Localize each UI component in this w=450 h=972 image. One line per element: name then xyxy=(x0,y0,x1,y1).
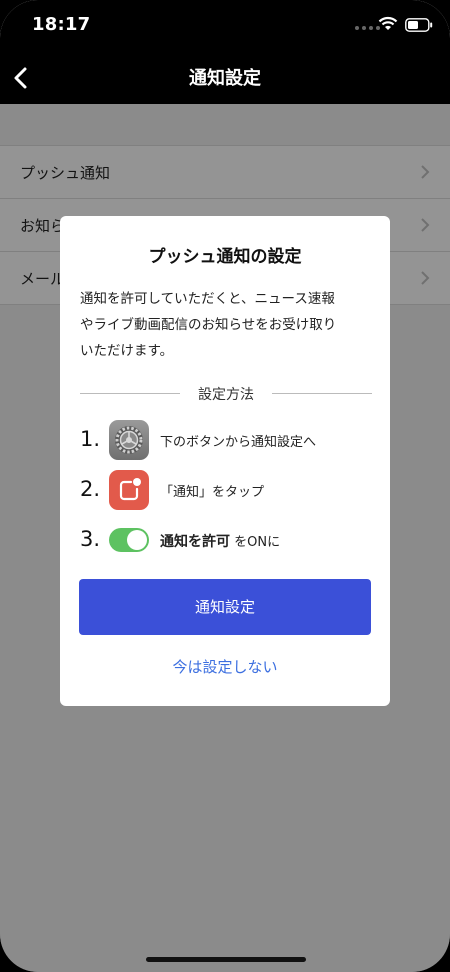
toggle-on-icon xyxy=(109,528,149,552)
battery-icon xyxy=(405,18,433,32)
step-bold-text: 通知を許可 xyxy=(160,534,230,550)
status-bar: 18:17 xyxy=(0,0,450,52)
screen: 18:17 通知設定 プッシュ通知 お知らせ メール プッシュ通知の設定 通知を… xyxy=(0,0,450,972)
step-text: 「通知」をタップ xyxy=(160,485,265,500)
notification-app-icon xyxy=(109,470,149,510)
settings-icon xyxy=(109,420,149,460)
description-line: 通知を許可していただくと、ニュース速報 xyxy=(80,291,335,307)
nav-bar: 通知設定 xyxy=(0,52,450,104)
step-2: 2. 「通知」をタップ xyxy=(80,470,372,510)
section-label: 設定方法 xyxy=(198,387,254,403)
not-now-link[interactable]: 今は設定しない xyxy=(60,656,390,677)
home-indicator[interactable] xyxy=(146,957,306,962)
step-3: 3. 通知を許可 をONに xyxy=(80,520,372,560)
cellular-signal-icon xyxy=(355,26,380,30)
push-notification-dialog: プッシュ通知の設定 通知を許可していただくと、ニュース速報 やライブ動画配信のお… xyxy=(60,216,390,706)
step-text: 通知を許可 をONに xyxy=(160,531,280,551)
step-number: 2. xyxy=(80,477,101,501)
notification-settings-button[interactable]: 通知設定 xyxy=(79,579,371,635)
status-time: 18:17 xyxy=(32,14,91,35)
section-divider: 設定方法 xyxy=(80,384,372,404)
step-number: 3. xyxy=(80,527,101,551)
step-1: 1. 下のボタンから通知設定へ xyxy=(80,420,372,460)
step-text: 下のボタンから通知設定へ xyxy=(160,435,317,450)
description-line: やライブ動画配信のお知らせをお受け取り xyxy=(80,317,337,333)
dialog-description: 通知を許可していただくと、ニュース速報 やライブ動画配信のお知らせをお受け取り … xyxy=(80,286,372,364)
description-line: いただけます。 xyxy=(80,343,174,359)
step-text-suffix: をONに xyxy=(230,535,281,550)
page-title: 通知設定 xyxy=(189,68,261,89)
step-number: 1. xyxy=(80,427,101,451)
wifi-icon xyxy=(378,16,398,30)
dialog-title: プッシュ通知の設定 xyxy=(148,247,302,267)
